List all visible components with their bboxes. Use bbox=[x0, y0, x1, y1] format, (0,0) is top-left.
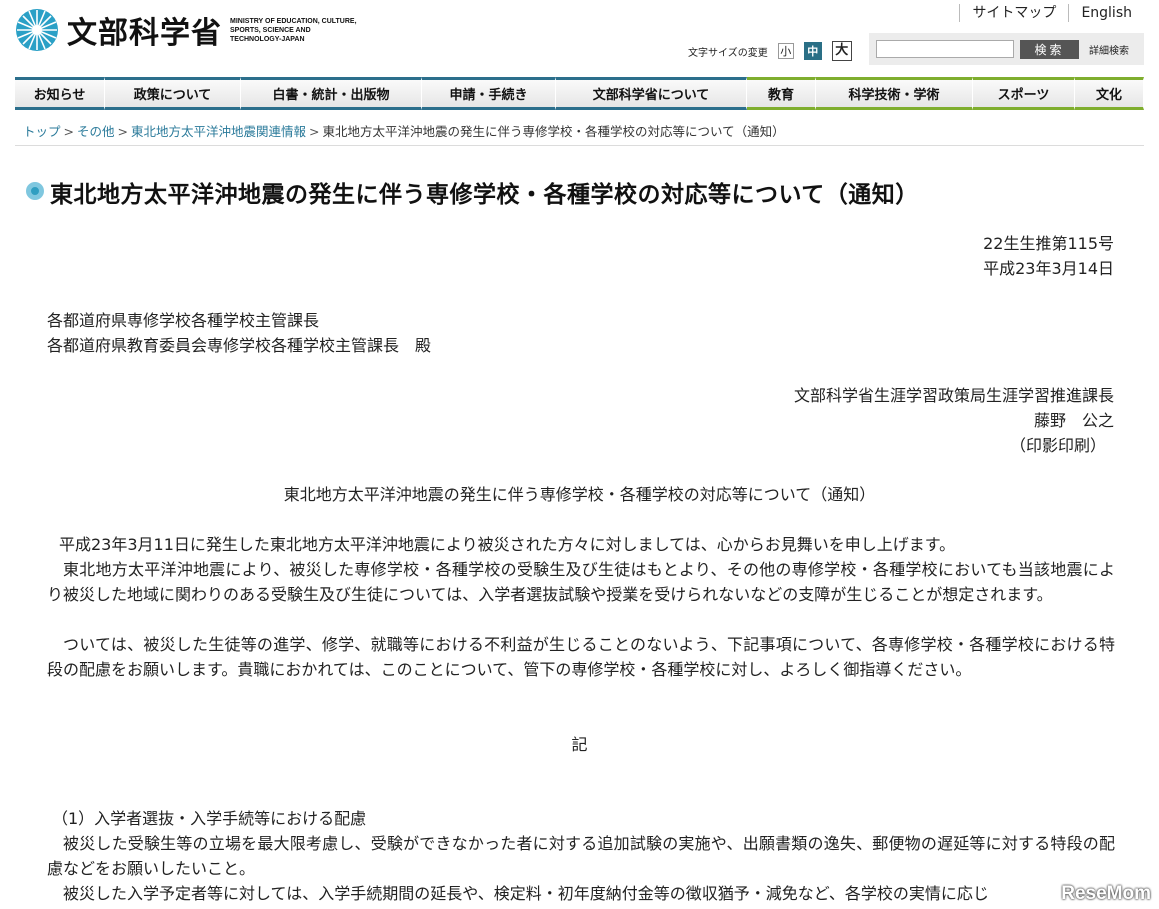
nav-item-sports[interactable]: スポーツ bbox=[973, 77, 1075, 110]
document-date: 平成23年3月14日 bbox=[983, 259, 1114, 278]
document-number: 22生生推第115号 bbox=[983, 234, 1114, 253]
breadcrumb: トップ > その他 > 東北地方太平洋沖地震関連情報 > 東北地方太平洋沖地震の発生に伴う専… bbox=[23, 121, 785, 140]
addressee-line-2: 各都道府県教育委員会専修学校各種学校主管課長 殿 bbox=[47, 336, 432, 355]
font-size-medium-button[interactable]: 中 bbox=[803, 42, 822, 60]
sender-department: 文部科学省生涯学習政策局生涯学習推進課長 bbox=[793, 386, 1114, 405]
global-nav: お知らせ 政策について 白書・統計・出版物 申請・手続き 文部科学省について 教… bbox=[15, 77, 1144, 110]
advanced-search-link[interactable]: 詳細検索 bbox=[1089, 42, 1129, 57]
sender-name: 藤野 公之 bbox=[1033, 411, 1114, 430]
body-paragraph-2: 東北地方太平洋沖地震により、被災した専修学校・各種学校の受験生及び生徒はもとより… bbox=[47, 560, 1115, 604]
breadcrumb-top-link[interactable]: トップ bbox=[23, 124, 61, 139]
section-1-paragraph-2: 被災した入学予定者等に対しては、入学手続期間の延長や、検定料・初年度納付金等の徴… bbox=[63, 884, 989, 903]
ministry-emblem-icon bbox=[16, 9, 58, 51]
nav-item-about-ministry[interactable]: 文部科学省について bbox=[556, 77, 747, 110]
ministry-logo[interactable]: 文部科学省 MINISTRY OF EDUCATION, CULTURE, SP… bbox=[15, 8, 360, 52]
breadcrumb-earthquake-link[interactable]: 東北地方太平洋沖地震関連情報 bbox=[131, 124, 306, 139]
font-size-large-button[interactable]: 大 bbox=[831, 41, 852, 61]
search-area: 検索 詳細検索 bbox=[869, 33, 1144, 65]
nav-item-science[interactable]: 科学技術・学術 bbox=[816, 77, 973, 110]
logo-japanese-text: 文部科学省 bbox=[67, 16, 222, 51]
nav-item-applications[interactable]: 申請・手続き bbox=[422, 77, 556, 110]
body-paragraph-1: 平成23年3月11日に発生した東北地方太平洋沖地震により被災された方々に対しまし… bbox=[59, 535, 956, 554]
breadcrumb-separator: > bbox=[309, 124, 320, 139]
nav-item-policy[interactable]: 政策について bbox=[105, 77, 241, 110]
nav-item-publications[interactable]: 白書・統計・出版物 bbox=[241, 77, 422, 110]
ki-heading: 記 bbox=[571, 735, 588, 754]
font-size-label: 文字サイズの変更 bbox=[688, 47, 768, 59]
page-title: 東北地方太平洋沖地震の発生に伴う専修学校・各種学校の対応等について（通知） bbox=[50, 182, 919, 208]
nav-item-education[interactable]: 教育 bbox=[747, 77, 816, 110]
addressee-line-1: 各都道府県専修学校各種学校主管課長 bbox=[47, 311, 320, 330]
english-link[interactable]: English bbox=[1068, 4, 1144, 22]
sender-seal-note: （印影印刷） bbox=[1009, 436, 1106, 455]
section-1-paragraph-1: 被災した受験生等の立場を最大限考慮し、受験ができなかった者に対する追加試験の実施… bbox=[47, 834, 1115, 878]
section-1-heading: （1）入学者選抜・入学手続等における配慮 bbox=[52, 809, 367, 828]
breadcrumb-other-link[interactable]: その他 bbox=[77, 124, 115, 139]
title-bullet-icon bbox=[26, 182, 44, 200]
font-size-switcher: 文字サイズの変更 小 中 大 bbox=[688, 41, 852, 61]
breadcrumb-separator: > bbox=[63, 124, 74, 139]
nav-item-news[interactable]: お知らせ bbox=[15, 77, 105, 110]
sitemap-link[interactable]: サイトマップ bbox=[959, 4, 1068, 22]
search-input[interactable] bbox=[876, 40, 1014, 58]
document-subject: 東北地方太平洋沖地震の発生に伴う専修学校・各種学校の対応等について（通知） bbox=[283, 485, 876, 504]
breadcrumb-current: 東北地方太平洋沖地震の発生に伴う専修学校・各種学校の対応等について（通知） bbox=[322, 124, 785, 139]
search-button[interactable]: 検索 bbox=[1020, 40, 1079, 59]
breadcrumb-divider bbox=[15, 145, 1144, 146]
breadcrumb-separator: > bbox=[117, 124, 128, 139]
logo-english-text: MINISTRY OF EDUCATION, CULTURE, SPORTS, … bbox=[230, 17, 357, 43]
nav-item-culture[interactable]: 文化 bbox=[1075, 77, 1144, 110]
utility-links: サイトマップ English bbox=[959, 4, 1144, 22]
body-paragraph-3: ついては、被災した生徒等の進学、修学、就職等における不利益が生じることのないよう… bbox=[47, 635, 1115, 679]
resemom-watermark: ReseMom bbox=[1061, 883, 1151, 904]
font-size-small-button[interactable]: 小 bbox=[777, 43, 794, 59]
